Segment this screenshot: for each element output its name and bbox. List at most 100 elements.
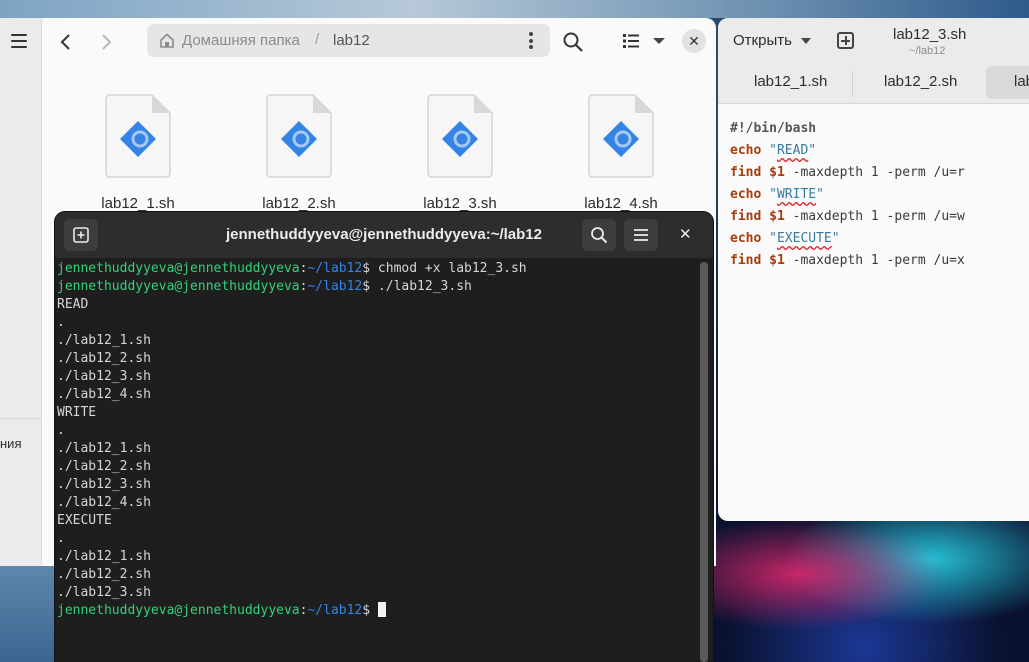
tab-lab12-2[interactable]: lab12_2.sh (884, 73, 957, 90)
output-line: ./lab12_2.sh (57, 567, 151, 582)
list-view-icon[interactable] (622, 32, 640, 50)
prompt-user: jennethuddyyeva@jennethuddyyeva (57, 261, 300, 276)
output-line: ./lab12_4.sh (57, 387, 151, 402)
search-icon (591, 227, 608, 244)
scrollbar-thumb[interactable] (700, 262, 708, 662)
menu-icon (634, 229, 648, 241)
path-home-segment[interactable]: Домашняя папка (182, 32, 300, 49)
script-file-icon (588, 94, 654, 178)
terminal-scrollbar[interactable] (700, 262, 708, 662)
back-button[interactable] (54, 30, 78, 54)
tab-label: lab1 (1014, 73, 1029, 90)
output-line: READ (57, 297, 89, 312)
terminal-search-button[interactable] (582, 219, 616, 251)
code-string-value: WRITE (776, 187, 817, 202)
code-args: -maxdepth 1 -perm /u=r (784, 165, 965, 180)
file-name: lab12_2.sh (262, 195, 336, 212)
more-vertical-icon[interactable] (529, 32, 533, 49)
open-button[interactable]: Открыть (733, 32, 792, 49)
chevron-left-icon (60, 34, 70, 50)
output-line: ./lab12_2.sh (57, 351, 151, 366)
editor-headerbar: Открыть lab12_3.sh ~/lab12 (718, 18, 1029, 64)
code-string: "WRITE" (769, 187, 824, 202)
sidebar-divider (0, 418, 42, 419)
code-args: -maxdepth 1 -perm /u=x (784, 253, 965, 268)
code-string-value: EXECUTE (776, 231, 832, 246)
sidebar-item-label[interactable]: ния (0, 436, 21, 451)
script-file-icon (105, 94, 171, 178)
file-item[interactable]: lab12_1.sh (83, 93, 193, 212)
output-line: ./lab12_3.sh (57, 585, 151, 600)
script-file-icon (266, 94, 332, 178)
files-sidebar: ния (0, 18, 42, 566)
document-title: lab12_3.sh (893, 26, 967, 43)
prompt-path: ~/lab12 (307, 603, 363, 618)
chevron-down-icon[interactable] (652, 31, 666, 51)
file-name: lab12_3.sh (423, 195, 497, 212)
output-line: ./lab12_3.sh (57, 369, 151, 384)
code-string: "READ" (769, 143, 817, 158)
forward-button[interactable] (94, 30, 118, 54)
code-string: "EXECUTE" (769, 231, 840, 246)
output-line: ./lab12_1.sh (57, 333, 151, 348)
close-icon[interactable]: ✕ (682, 29, 706, 53)
tab-lab12-1[interactable]: lab12_1.sh (754, 73, 827, 90)
tab-lab12-3[interactable]: lab1 (986, 66, 1029, 99)
terminal-window: jennethuddyyeva@jennethuddyyeva:~/lab12 … (55, 212, 713, 662)
code-keyword: find (730, 209, 762, 224)
tab-divider (852, 71, 853, 97)
file-item[interactable]: lab12_3.sh (405, 93, 515, 212)
files-headerbar: Домашняя папка / lab12 ✕ (42, 18, 716, 64)
code-keyword: echo (730, 231, 762, 246)
terminal-output[interactable]: jennethuddyyeva@jennethuddyyeva:~/lab12$… (57, 260, 697, 620)
output-line: EXECUTE (57, 513, 112, 528)
search-icon[interactable] (562, 31, 584, 53)
prompt-dollar: $ (362, 603, 378, 618)
code-args: -maxdepth 1 -perm /u=w (784, 209, 965, 224)
file-name: lab12_4.sh (584, 195, 658, 212)
command-text: ./lab12_3.sh (377, 279, 472, 294)
prompt-user: jennethuddyyeva@jennethuddyyeva (57, 603, 300, 618)
code-string-value: READ (776, 143, 809, 158)
command-text: chmod +x lab12_3.sh (377, 261, 527, 276)
output-line: ./lab12_2.sh (57, 459, 151, 474)
close-icon[interactable]: ✕ (679, 225, 692, 243)
desktop-wallpaper (700, 515, 1029, 662)
output-line: . (57, 315, 65, 330)
new-tab-icon[interactable] (837, 32, 854, 49)
code-shebang: #!/bin/bash (730, 121, 817, 136)
text-cursor (377, 602, 386, 617)
output-line: WRITE (57, 405, 97, 420)
desktop-wallpaper-left (0, 566, 60, 662)
code-keyword: find (730, 253, 762, 268)
script-file-icon (427, 94, 493, 178)
output-line: ./lab12_1.sh (57, 549, 151, 564)
editor-tabs: lab12_1.sh lab12_2.sh lab1 (718, 64, 1029, 104)
path-bar[interactable]: Домашняя папка / lab12 (147, 24, 550, 57)
prompt-user: jennethuddyyeva@jennethuddyyeva (57, 279, 300, 294)
path-separator: / (315, 31, 320, 48)
chevron-down-icon[interactable] (801, 38, 811, 44)
code-view[interactable]: #!/bin/bash echo "READ" find $1 -maxdept… (730, 118, 1029, 272)
code-keyword: find (730, 165, 762, 180)
prompt-path: ~/lab12 (307, 279, 363, 294)
output-line: ./lab12_3.sh (57, 477, 151, 492)
text-editor-window: Открыть lab12_3.sh ~/lab12 lab12_1.sh la… (718, 18, 1029, 521)
file-item[interactable]: lab12_2.sh (244, 93, 354, 212)
desktop-wallpaper-top (0, 0, 1029, 18)
output-line: . (57, 423, 65, 438)
terminal-menu-button[interactable] (624, 219, 658, 251)
document-path: ~/lab12 (909, 45, 946, 57)
terminal-headerbar: jennethuddyyeva@jennethuddyyeva:~/lab12 … (55, 212, 713, 258)
menu-icon[interactable] (11, 34, 27, 48)
output-line: ./lab12_1.sh (57, 441, 151, 456)
code-keyword: echo (730, 143, 762, 158)
prompt-path: ~/lab12 (307, 261, 363, 276)
home-icon (160, 33, 174, 48)
code-variable: $1 (769, 253, 785, 268)
code-keyword: echo (730, 187, 762, 202)
chevron-right-icon (102, 34, 112, 50)
path-current-segment[interactable]: lab12 (333, 32, 370, 49)
file-item[interactable]: lab12_4.sh (566, 93, 676, 212)
file-name: lab12_1.sh (101, 195, 175, 212)
